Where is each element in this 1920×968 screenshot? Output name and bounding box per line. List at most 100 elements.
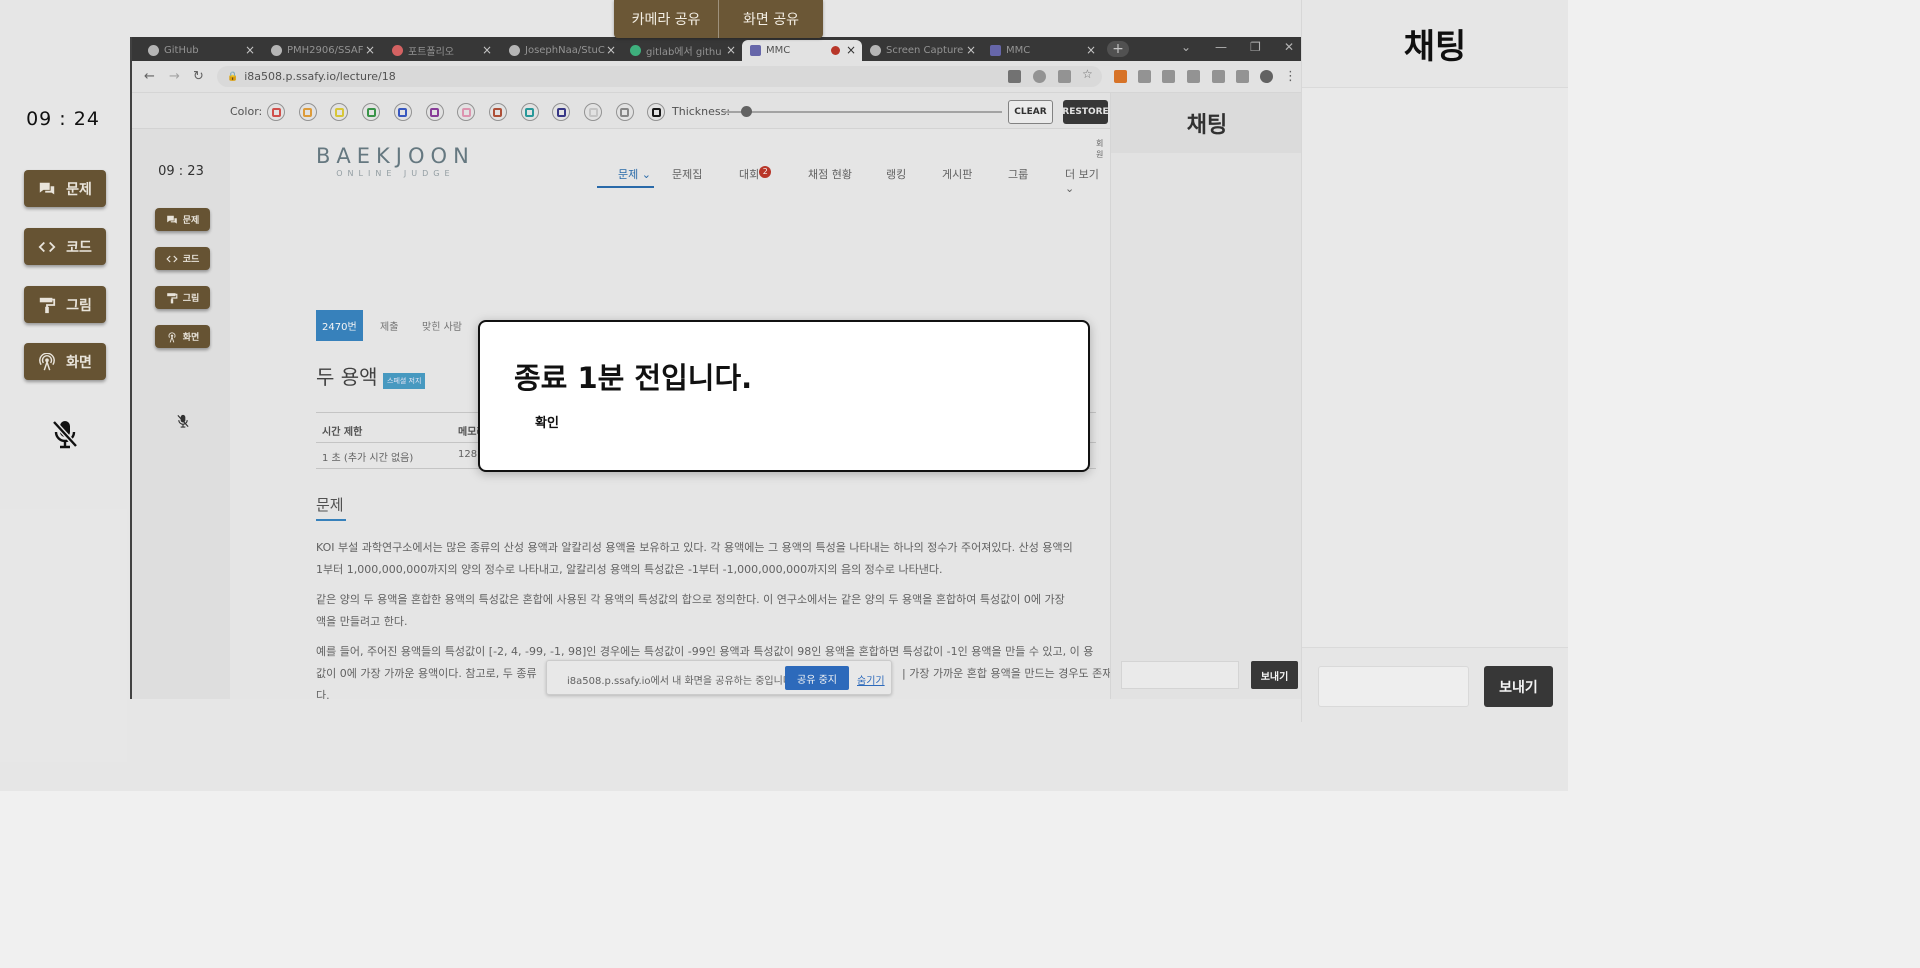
nav-board[interactable]: 게시판 [942, 166, 972, 182]
close-icon[interactable]: × [846, 43, 856, 57]
thickness-slider[interactable] [724, 111, 1002, 113]
lock-icon: 🔒 [227, 71, 239, 82]
nav-workbook[interactable]: 문제집 [672, 166, 702, 182]
reload-icon[interactable]: ↻ [193, 69, 204, 84]
puzzle-icon[interactable] [1212, 70, 1225, 83]
restore-window-icon[interactable]: ❐ [1250, 40, 1261, 54]
new-tab-button[interactable]: + [1107, 41, 1129, 57]
draw-button[interactable]: 그림 [24, 286, 106, 323]
camera-icon[interactable] [1187, 70, 1200, 83]
color-swatch[interactable] [330, 103, 349, 121]
nav-contest[interactable]: 대회 2 [739, 166, 772, 182]
color-swatch[interactable] [584, 103, 602, 121]
browser-tab[interactable]: gitlab에서 githu × [622, 40, 742, 61]
color-swatch[interactable] [552, 103, 571, 121]
extension-icon[interactable] [1138, 70, 1151, 83]
nav-ranking[interactable]: 랭킹 [886, 166, 906, 182]
broadcast-icon [168, 331, 176, 343]
color-swatch-chip [620, 107, 630, 117]
bookmark-star-icon[interactable]: ☆ [1082, 67, 1095, 81]
mic-muted-icon[interactable] [50, 418, 80, 450]
color-swatch-chip [334, 107, 344, 117]
code-brackets-icon [38, 241, 56, 252]
color-swatch-chip [525, 107, 535, 117]
problem-button[interactable]: 문제 [24, 170, 106, 207]
tab-problem-number[interactable]: 2470번 [316, 310, 363, 341]
chat-input[interactable] [1318, 666, 1469, 707]
color-swatch[interactable] [520, 103, 539, 121]
nav-more[interactable]: 더 보기 ⌄ [1065, 166, 1110, 195]
color-swatch-chip [493, 107, 503, 117]
camera-share-button[interactable]: 카메라 공유 [614, 0, 719, 38]
close-icon[interactable]: × [1086, 43, 1096, 57]
inner-chat-input[interactable] [1121, 661, 1239, 689]
profile-avatar[interactable] [1260, 70, 1273, 83]
mmc-icon [990, 45, 1001, 56]
minimize-icon[interactable]: — [1215, 40, 1227, 54]
chat-send-button[interactable]: 보내기 [1484, 666, 1553, 707]
nav-status[interactable]: 채점 현황 [808, 166, 852, 182]
close-icon[interactable]: × [365, 43, 375, 57]
browser-tab[interactable]: Screen Capture × [862, 40, 982, 61]
forward-icon[interactable]: → [169, 69, 180, 84]
browser-tab[interactable]: GitHub × [140, 40, 261, 61]
tab-solvers[interactable]: 맞힌 사람 [416, 310, 468, 341]
close-window-icon[interactable]: ✕ [1284, 40, 1294, 54]
color-swatch[interactable] [362, 103, 381, 121]
problem-text: KOI 부설 과학연구소에서는 많은 종류의 산성 용액과 알칼리성 용액을 보… [316, 541, 1073, 554]
hide-notice-link[interactable]: 숨기기 [857, 672, 885, 687]
color-swatch[interactable] [647, 103, 666, 121]
chat-bubbles-icon [166, 215, 177, 224]
screen-button[interactable]: 화면 [24, 343, 106, 380]
color-swatch[interactable] [425, 103, 444, 121]
url-text: i8a508.p.ssafy.io/lecture/18 [244, 70, 396, 83]
color-swatch[interactable] [488, 103, 507, 121]
color-swatch[interactable] [267, 103, 285, 121]
url-bar[interactable]: 🔒 i8a508.p.ssafy.io/lecture/18 [217, 66, 1102, 87]
close-icon[interactable]: × [726, 43, 736, 57]
inner-problem-button[interactable]: 문제 [155, 208, 210, 231]
paint-roller-icon [39, 297, 56, 313]
color-swatch[interactable] [393, 103, 412, 121]
clear-button[interactable]: CLEAR [1008, 100, 1053, 124]
camera-indicator-icon[interactable] [1008, 70, 1021, 83]
inner-chat-send-button[interactable]: 보내기 [1251, 661, 1298, 689]
github-icon [148, 45, 159, 56]
tab-submit[interactable]: 제출 [374, 310, 404, 341]
code-button[interactable]: 코드 [24, 228, 106, 265]
nav-problems[interactable]: 문제 ⌄ [618, 166, 651, 182]
inner-draw-button[interactable]: 그림 [155, 286, 210, 309]
close-icon[interactable]: × [606, 43, 616, 57]
sidepanel-icon[interactable] [1236, 70, 1249, 83]
stop-sharing-button[interactable]: 공유 중지 [785, 666, 849, 690]
browser-tab-active[interactable]: MMC × [742, 40, 862, 61]
tab-search-icon[interactable]: ⌄ [1181, 40, 1191, 54]
github-icon [509, 45, 520, 56]
nav-member[interactable]: 회원 [1096, 138, 1110, 160]
close-icon[interactable]: × [482, 43, 492, 57]
close-icon[interactable]: × [245, 43, 255, 57]
confirm-button[interactable]: 확인 [525, 408, 569, 435]
nav-group[interactable]: 그룹 [1008, 166, 1028, 182]
close-icon[interactable]: × [966, 43, 976, 57]
color-swatch[interactable] [457, 103, 476, 121]
browser-tab[interactable]: JosephNaa/StuC × [501, 40, 622, 61]
back-icon[interactable]: ← [144, 69, 155, 84]
browser-tab[interactable]: MMC × [982, 40, 1102, 61]
inner-screen-button[interactable]: 화면 [155, 325, 210, 348]
browser-tab[interactable]: 포트폴리오 × [384, 40, 498, 61]
color-swatch[interactable] [298, 103, 317, 121]
screen-share-button[interactable]: 화면 공유 [719, 0, 823, 38]
zoom-icon[interactable] [1033, 70, 1046, 83]
baekjoon-logo[interactable]: BAEKJOON ONLINE JUDGE [316, 144, 475, 178]
extension-icon[interactable] [1162, 70, 1175, 83]
restore-button[interactable]: RESTORE [1062, 100, 1109, 124]
inner-code-button[interactable]: 코드 [155, 247, 210, 270]
share-page-icon[interactable] [1058, 70, 1071, 83]
menu-icon[interactable]: ⋮ [1284, 69, 1297, 84]
browser-tab[interactable]: PMH2906/SSAF × [263, 40, 381, 61]
extension-icon[interactable] [1114, 70, 1127, 83]
mic-muted-icon[interactable] [176, 413, 190, 429]
thickness-slider-handle[interactable] [741, 106, 753, 117]
color-swatch[interactable] [615, 103, 634, 121]
